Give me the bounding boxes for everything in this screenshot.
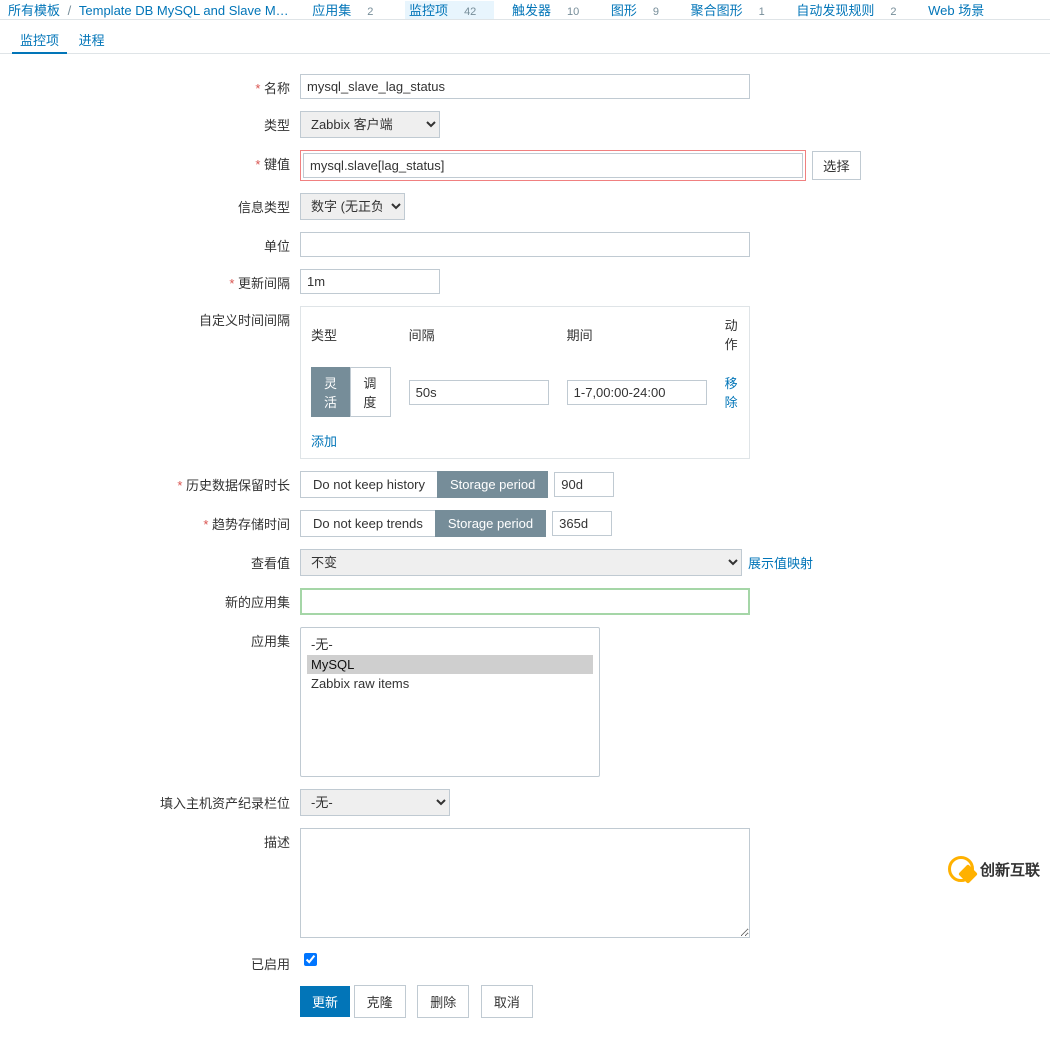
toptab-screens[interactable]: 聚合图形1 [691, 3, 779, 18]
label-units: 单位 [0, 232, 300, 255]
app-option-raw[interactable]: Zabbix raw items [307, 674, 593, 693]
toptab-triggers[interactable]: 触发器10 [512, 3, 593, 18]
asset-field-select[interactable]: -无- [300, 789, 450, 816]
key-input[interactable] [303, 153, 803, 178]
toptab-discovery[interactable]: 自动发现规则2 [796, 3, 910, 18]
info-type-select[interactable]: 数字 (无正负) [300, 193, 405, 220]
history-period[interactable]: Storage period [437, 471, 548, 498]
interval-add-link[interactable]: 添加 [311, 434, 337, 449]
label-update-interval: 更新间隔 [0, 269, 300, 292]
label-enabled: 已启用 [0, 950, 300, 973]
interval-hdr-type: 类型 [303, 309, 399, 359]
toptab-applications[interactable]: 应用集2 [312, 3, 387, 18]
breadcrumb-all-templates[interactable]: 所有模板 [8, 3, 60, 18]
label-custom-intervals: 自定义时间间隔 [0, 306, 300, 329]
trends-period[interactable]: Storage period [435, 510, 546, 537]
delete-button[interactable]: 删除 [417, 985, 469, 1018]
applications-select[interactable]: -无- MySQL Zabbix raw items [300, 627, 600, 777]
show-value-mapping-link[interactable]: 展示值映射 [748, 553, 813, 572]
app-option-mysql[interactable]: MySQL [307, 655, 593, 674]
subtab-process[interactable]: 进程 [71, 20, 113, 54]
toptab-items[interactable]: 监控项42 [405, 1, 494, 20]
key-highlight [300, 150, 806, 181]
history-nokeep[interactable]: Do not keep history [300, 471, 437, 498]
enabled-checkbox[interactable] [304, 953, 317, 966]
units-input[interactable] [300, 232, 750, 257]
trends-nokeep[interactable]: Do not keep trends [300, 510, 435, 537]
table-row: 灵活 调度 移除 [303, 361, 747, 423]
toptab-graphs[interactable]: 图形9 [611, 3, 673, 18]
cancel-button[interactable]: 取消 [481, 985, 533, 1018]
subtab-item[interactable]: 监控项 [12, 20, 67, 54]
label-applications: 应用集 [0, 627, 300, 650]
label-key: 键值 [0, 150, 300, 173]
show-value-select[interactable]: 不变 [300, 549, 742, 576]
name-input[interactable] [300, 74, 750, 99]
trends-value-input[interactable] [552, 511, 612, 536]
label-info-type: 信息类型 [0, 193, 300, 216]
clone-button[interactable]: 克隆 [354, 985, 406, 1018]
interval-hdr-period: 期间 [559, 309, 715, 359]
new-application-input[interactable] [300, 588, 750, 615]
app-option-none[interactable]: -无- [307, 632, 593, 655]
interval-remove-link[interactable]: 移除 [725, 376, 738, 410]
breadcrumb-separator: / [68, 3, 72, 18]
toptab-web[interactable]: Web 场景 [928, 3, 998, 18]
type-select[interactable]: Zabbix 客户端 [300, 111, 440, 138]
update-interval-input[interactable] [300, 269, 440, 294]
interval-seg-sched[interactable]: 调度 [350, 367, 390, 417]
watermark-logo-icon [948, 856, 974, 882]
update-button[interactable]: 更新 [300, 986, 350, 1017]
interval-hdr-interval: 间隔 [401, 309, 557, 359]
label-new-application: 新的应用集 [0, 588, 300, 611]
label-type: 类型 [0, 111, 300, 134]
watermark: 创新互联 [948, 856, 1040, 882]
interval-hdr-action: 动作 [717, 309, 747, 359]
interval-delay-input[interactable] [409, 380, 549, 405]
breadcrumb-template[interactable]: Template DB MySQL and Slave M… [79, 3, 289, 18]
select-key-button[interactable]: 选择 [812, 151, 861, 180]
interval-period-input[interactable] [567, 380, 707, 405]
history-value-input[interactable] [554, 472, 614, 497]
label-description: 描述 [0, 828, 300, 851]
label-trends: 趋势存储时间 [0, 510, 300, 533]
label-history: 历史数据保留时长 [0, 471, 300, 494]
label-name: 名称 [0, 74, 300, 97]
description-textarea[interactable] [300, 828, 750, 938]
label-populate-asset: 填入主机资产纪录栏位 [0, 789, 300, 812]
watermark-text: 创新互联 [980, 859, 1040, 880]
label-show-value: 查看值 [0, 549, 300, 572]
interval-seg-flex[interactable]: 灵活 [311, 367, 350, 417]
custom-interval-table: 类型 间隔 期间 动作 灵活 调度 移除 添加 [300, 306, 750, 459]
